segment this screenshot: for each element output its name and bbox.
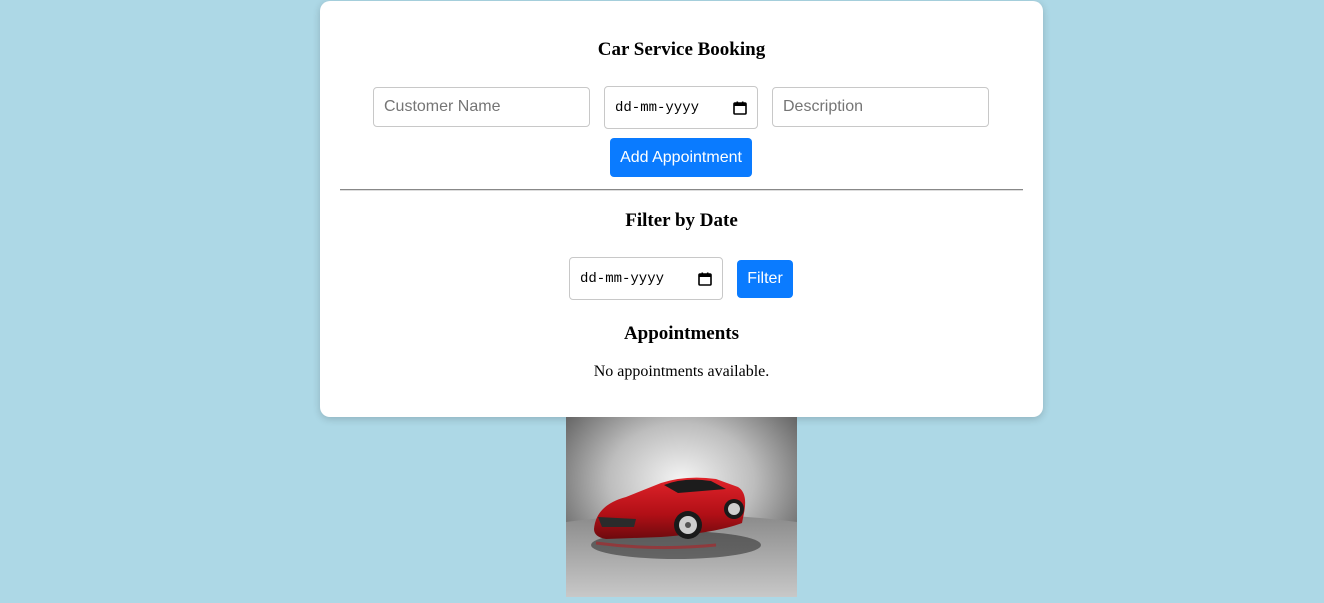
description-input[interactable]: Description (772, 87, 989, 127)
filter-date-placeholder: dd-mm-yyyy (580, 270, 665, 287)
filter-button[interactable]: Filter (737, 260, 793, 298)
page-title: Car Service Booking (597, 39, 766, 60)
car-image (566, 417, 797, 597)
calendar-icon[interactable] (698, 272, 712, 286)
calendar-icon[interactable] (733, 101, 747, 115)
customer-name-input[interactable]: Customer Name (373, 87, 590, 127)
section-divider (340, 189, 1023, 191)
filter-title: Filter by Date (625, 210, 738, 231)
add-appointment-button[interactable]: Add Appointment (610, 138, 752, 177)
customer-name-placeholder: Customer Name (384, 98, 501, 115)
description-placeholder: Description (783, 98, 864, 115)
appointment-date-input[interactable]: dd-mm-yyyy (604, 86, 758, 129)
appointments-title: Appointments (623, 323, 740, 344)
filter-date-input[interactable]: dd-mm-yyyy (569, 257, 723, 300)
appointment-date-placeholder: dd-mm-yyyy (615, 99, 700, 116)
empty-appointments-message: No appointments available. (593, 363, 770, 380)
booking-card: Car Service Booking Customer Name dd-mm-… (320, 1, 1043, 417)
